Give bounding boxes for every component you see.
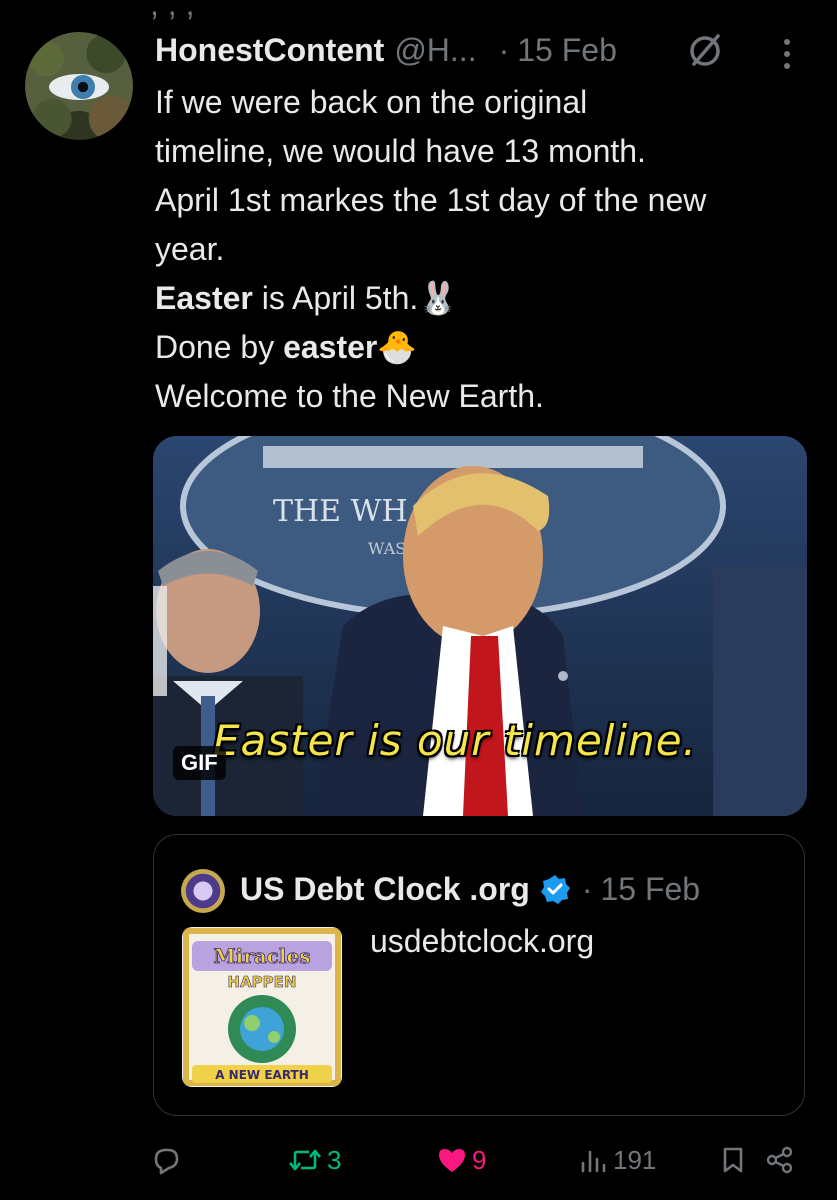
post-text: If we were back on the original timeline…	[155, 78, 815, 421]
post-date[interactable]: 15 Feb	[517, 32, 617, 69]
post-text-fragment: Done by	[155, 329, 284, 365]
gif-badge: GIF	[173, 746, 226, 780]
bookmark-icon	[723, 1147, 743, 1173]
quote-separator: ·	[581, 870, 593, 907]
action-bar: 3 9 191	[0, 1140, 837, 1180]
quote-date[interactable]: 15 Feb	[600, 871, 700, 908]
top-cropped-text: , , ,	[150, 0, 195, 22]
hashtag-easter-2[interactable]: easter	[283, 329, 377, 365]
thumb-footer: A NEW EARTH	[215, 1068, 309, 1082]
reply-icon	[154, 1148, 179, 1175]
chick-emoji: 🐣	[377, 328, 418, 366]
reply-button[interactable]	[150, 1140, 182, 1180]
thumb-subtitle: HAPPEN	[228, 973, 297, 991]
gif-media[interactable]: THE WH OUSE WAS Easter is our timeline. …	[153, 436, 807, 816]
author-avatar[interactable]	[25, 32, 133, 140]
post-text-line: April 1st markes the 1st day of the new	[155, 182, 707, 218]
author-name[interactable]: HonestContent	[155, 32, 384, 69]
grok-icon[interactable]	[685, 30, 725, 70]
gif-caption: Easter is our timeline.	[213, 716, 697, 765]
header-separator: ·	[498, 31, 510, 68]
quote-thumbnail[interactable]: Miracles HAPPEN A NEW EARTH	[182, 927, 342, 1087]
like-button[interactable]: 9	[436, 1140, 486, 1180]
like-count: 9	[472, 1144, 487, 1175]
quote-author-name[interactable]: US Debt Clock .org	[240, 871, 530, 908]
post-text-line: year.	[155, 231, 225, 267]
post-text-line: Welcome to the New Earth.	[155, 378, 544, 414]
repost-count: 3	[327, 1144, 342, 1175]
tweet-page: , , , HonestContent @H... · 15 Feb If we…	[0, 0, 837, 1200]
post-text-line: Easter is April 5th.🐰	[155, 274, 815, 323]
post-header: HonestContent @H... · 15 Feb	[155, 28, 617, 72]
post-text-fragment: is April 5th.	[252, 280, 419, 316]
repost-icon	[289, 1149, 321, 1171]
thumb-title: Miracles	[214, 944, 311, 968]
post-text-line: timeline, we would have 13 month.	[155, 133, 646, 169]
repost-button[interactable]: 3	[287, 1140, 341, 1180]
post-text-line: Done by easter🐣	[155, 323, 815, 372]
share-button[interactable]	[765, 1140, 795, 1180]
bunny-emoji: 🐰	[418, 279, 459, 317]
author-handle[interactable]: @H...	[394, 32, 476, 69]
more-icon[interactable]	[775, 34, 799, 74]
views-count: 191	[613, 1144, 657, 1175]
share-icon	[766, 1146, 793, 1174]
quote-link-text[interactable]: usdebtclock.org	[370, 923, 594, 960]
quote-header: US Debt Clock .org · 15 Feb	[240, 865, 700, 913]
heart-icon	[439, 1149, 465, 1172]
quoted-post-card[interactable]: US Debt Clock .org · 15 Feb Miracles HAP…	[153, 834, 805, 1116]
backdrop-subtext: WAS	[368, 539, 406, 558]
views-button[interactable]: 191	[579, 1140, 656, 1180]
avatar-iris	[71, 75, 95, 99]
views-icon	[581, 1150, 606, 1173]
hashtag-easter[interactable]: Easter	[155, 280, 253, 316]
post-text-line: If we were back on the original	[155, 84, 588, 120]
verified-icon	[540, 875, 570, 904]
quote-avatar[interactable]	[181, 869, 225, 913]
bookmark-button[interactable]	[720, 1140, 746, 1180]
